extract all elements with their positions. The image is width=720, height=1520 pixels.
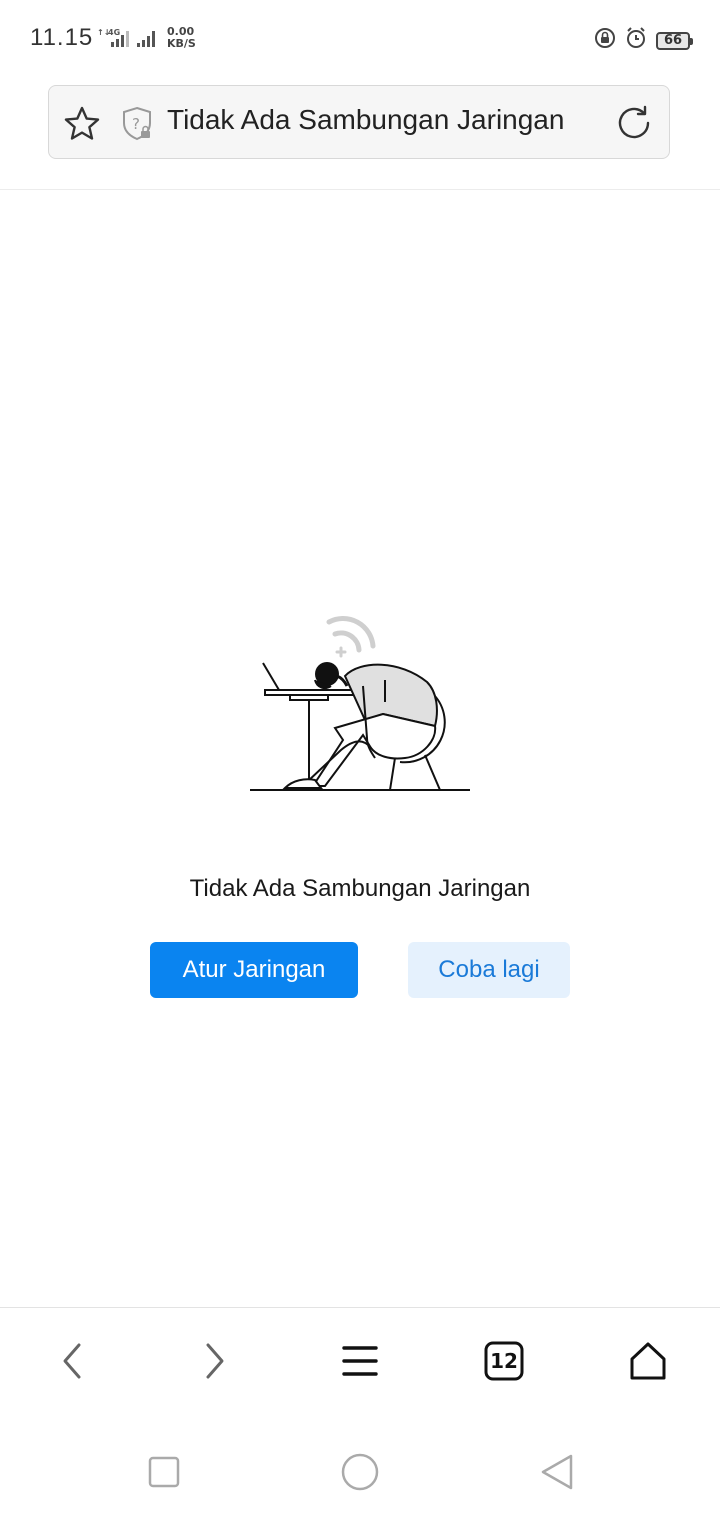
tabs-icon[interactable]: 12 [479,1336,529,1386]
star-icon[interactable] [63,105,101,148]
tab-count[interactable]: 12 [490,1349,518,1373]
battery-icon: 66 [656,31,693,50]
reload-icon[interactable] [615,104,653,147]
status-bar: 11.15 ↑↓ 4G 0.00 KB/S 66 [0,0,720,76]
svg-text:?: ? [132,115,140,133]
back-icon[interactable] [47,1336,97,1386]
signal-icon: ↑↓ 4G [97,27,163,54]
rotation-lock-icon [594,27,616,54]
address-bar[interactable]: ? Tidak Ada Sambungan Jaringan [48,85,670,159]
alarm-icon [624,26,648,55]
wifi-icon [326,615,376,658]
recent-apps-icon[interactable] [142,1450,186,1494]
back-triangle-icon[interactable] [534,1450,578,1494]
system-navigation-bar [0,1430,720,1520]
retry-button[interactable]: Coba lagi [408,942,570,998]
error-message: Tidak Ada Sambungan Jaringan [189,875,531,902]
home-circle-icon[interactable] [338,1450,382,1494]
shield-unknown-icon[interactable]: ? [121,106,155,147]
browser-toolbar: 12 [0,1308,720,1412]
header-divider [0,189,720,190]
battery-level: 66 [663,33,683,48]
svg-text:4G: 4G [108,28,120,37]
home-icon[interactable] [623,1336,673,1386]
forward-icon[interactable] [190,1336,240,1386]
network-speed: 0.00 KB/S [167,25,196,50]
status-time: 11.15 [30,24,94,51]
no-connection-illustration [245,610,475,805]
page-title[interactable]: Tidak Ada Sambungan Jaringan [167,104,564,136]
menu-icon[interactable] [335,1336,385,1386]
network-settings-button[interactable]: Atur Jaringan [150,942,358,998]
